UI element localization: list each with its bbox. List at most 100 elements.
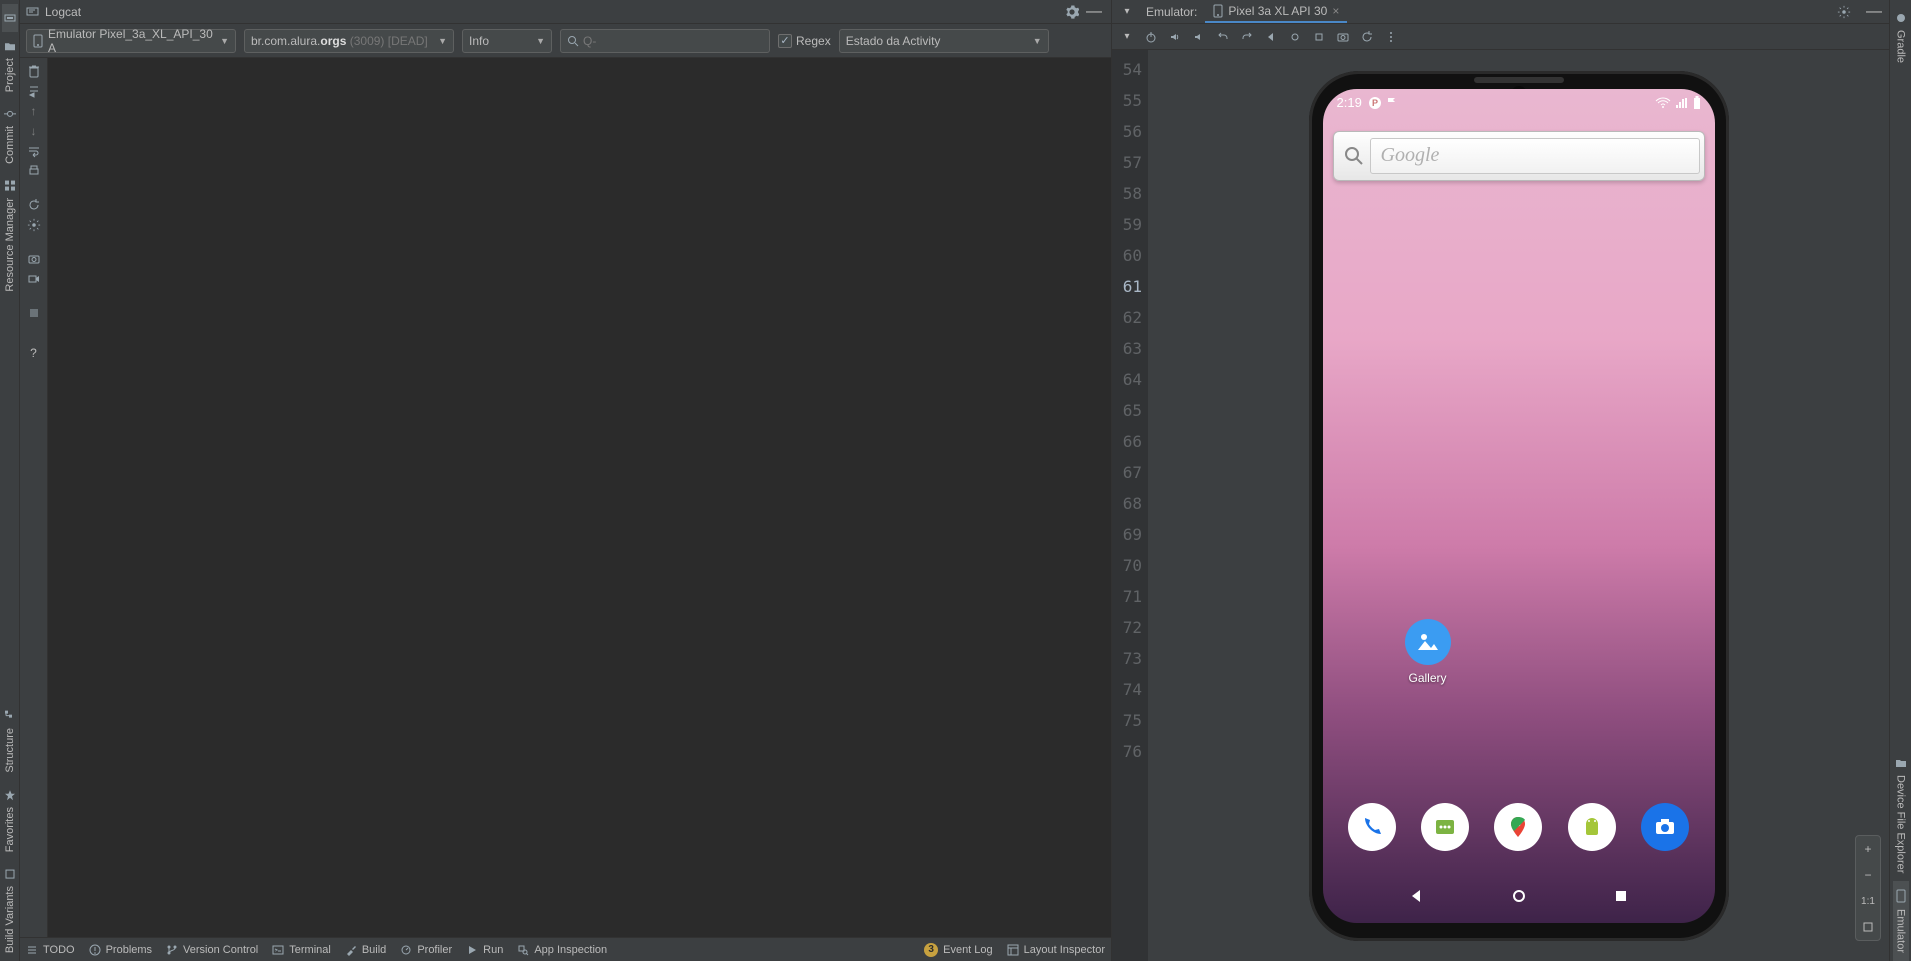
tab-device-file-explorer[interactable]: Device File Explorer (1893, 749, 1909, 881)
package-selector[interactable]: br.com.alura.orgs (3009) [DEAD] ▼ (244, 29, 454, 53)
logcat-icon (4, 12, 16, 24)
dock-maps[interactable] (1494, 803, 1542, 851)
tab-favorites[interactable]: Favorites (2, 781, 18, 860)
tab-version-control[interactable]: Version Control (166, 944, 258, 956)
device-selector[interactable]: Emulator Pixel_3a_XL_API_30 A ▼ (26, 29, 236, 53)
tab-todo[interactable]: TODO (26, 944, 75, 956)
layout-icon (1007, 944, 1019, 956)
logcat-icon (26, 5, 39, 18)
tab-project[interactable]: Project (2, 32, 18, 100)
gear-icon[interactable] (27, 218, 41, 232)
event-log-label: Event Log (943, 944, 993, 956)
tab-build-variants[interactable]: Build Variants (2, 860, 18, 961)
tab-layout-inspector[interactable]: Layout Inspector (1007, 944, 1105, 956)
up-arrow-icon[interactable]: ↑ (31, 104, 37, 118)
logcat-header: Logcat — (20, 0, 1111, 24)
google-search-widget[interactable]: Google (1333, 131, 1705, 181)
build-label: Build (362, 944, 386, 956)
phone-area: 2:19 P (1148, 50, 1889, 961)
logcat-output[interactable] (48, 58, 1111, 937)
overview-icon[interactable] (1308, 26, 1330, 48)
log-level-selector[interactable]: Info ▼ (462, 29, 552, 53)
log-search-input[interactable]: Q- (560, 29, 770, 53)
power-icon[interactable] (1140, 26, 1162, 48)
profiler-icon (400, 944, 412, 956)
phone-screen[interactable]: 2:19 P (1323, 89, 1715, 923)
rotate-right-icon[interactable] (1236, 26, 1258, 48)
nav-home[interactable] (1510, 887, 1528, 905)
back-icon[interactable] (1260, 26, 1282, 48)
nav-overview[interactable] (1612, 887, 1630, 905)
filter-selector[interactable]: Estado da Activity ▼ (839, 29, 1049, 53)
close-icon[interactable]: × (1332, 4, 1339, 18)
volume-up-icon[interactable] (1164, 26, 1186, 48)
gradle-icon (1895, 12, 1907, 24)
chevron-down-icon[interactable]: ▾ (1116, 26, 1138, 48)
more-icon[interactable] (1380, 26, 1402, 48)
tab-build[interactable]: Build (345, 944, 386, 956)
wifi-icon (1655, 97, 1671, 109)
rotate-left-icon[interactable] (1212, 26, 1234, 48)
filter-label: Estado da Activity (846, 34, 941, 48)
screenshot-icon[interactable] (27, 252, 41, 266)
print-icon[interactable] (27, 164, 41, 178)
nav-back[interactable] (1407, 887, 1425, 905)
regex-checkbox[interactable]: Regex (778, 34, 831, 48)
dfe-label: Device File Explorer (1895, 775, 1907, 873)
terminate-icon[interactable] (27, 306, 41, 320)
tab-structure[interactable]: Structure (2, 702, 18, 781)
terminal-label: Terminal (289, 944, 331, 956)
dock-camera[interactable] (1641, 803, 1689, 851)
tab-problems[interactable]: Problems (89, 944, 152, 956)
hammer-icon (345, 944, 357, 956)
minimize-icon[interactable]: — (1083, 1, 1105, 23)
trash-icon[interactable] (27, 64, 41, 78)
zoom-fit[interactable] (1862, 914, 1874, 940)
home-icon[interactable] (1284, 26, 1306, 48)
tab-terminal[interactable]: Terminal (272, 944, 331, 956)
minimize-icon[interactable]: — (1863, 1, 1885, 23)
chevron-down-icon[interactable]: ▾ (1116, 1, 1138, 23)
down-arrow-icon[interactable]: ↓ (31, 124, 37, 138)
resource-icon (4, 180, 16, 192)
app-gallery[interactable]: Gallery (1405, 619, 1451, 685)
tab-profiler[interactable]: Profiler (400, 944, 452, 956)
volume-down-icon[interactable] (1188, 26, 1210, 48)
checkbox-icon (778, 34, 792, 48)
tab-commit[interactable]: Commit (2, 100, 18, 172)
pkg-prefix: br.com.alura. (251, 34, 320, 48)
emulator-title: Emulator: (1146, 5, 1197, 19)
logcat-side-toolbar: ↑ ↓ ? (20, 58, 48, 937)
android-status-bar: 2:19 P (1323, 89, 1715, 117)
tab-run[interactable]: Run (466, 944, 503, 956)
tab-app-inspection[interactable]: App Inspection (517, 944, 607, 956)
record-icon[interactable] (27, 272, 41, 286)
restart-icon[interactable] (27, 198, 41, 212)
reload-icon[interactable] (1356, 26, 1378, 48)
screenshot-icon[interactable] (1332, 26, 1354, 48)
zoom-reset[interactable]: 1:1 (1861, 888, 1875, 914)
dock-messages[interactable] (1421, 803, 1469, 851)
status-time: 2:19 (1337, 95, 1362, 110)
help-icon[interactable]: ? (30, 346, 37, 360)
tab-gradle[interactable]: Gradle (1893, 4, 1909, 71)
structure-icon (4, 710, 16, 722)
dock-phone[interactable] (1348, 803, 1396, 851)
tab-emulator[interactable]: Emulator (1893, 881, 1909, 961)
gear-icon[interactable] (1061, 1, 1083, 23)
tab-logcat-indicator[interactable] (2, 4, 18, 32)
tab-structure-label: Structure (4, 728, 16, 773)
dock-android[interactable] (1568, 803, 1616, 851)
line-gutter: 5455565758596061626364656667686970717273… (1112, 50, 1148, 961)
gear-icon[interactable] (1833, 1, 1855, 23)
zoom-out[interactable]: − (1864, 862, 1871, 888)
zoom-in[interactable]: + (1864, 836, 1871, 862)
emulator-canvas: 5455565758596061626364656667686970717273… (1112, 50, 1889, 961)
tab-resource-manager[interactable]: Resource Manager (2, 172, 18, 300)
emulator-tab[interactable]: Pixel 3a XL API 30 × (1205, 1, 1347, 23)
tab-event-log[interactable]: 3 Event Log (924, 943, 993, 957)
gradle-label: Gradle (1895, 30, 1907, 63)
chevron-down-icon: ▼ (220, 36, 229, 46)
soft-wrap-icon[interactable] (27, 144, 41, 158)
scroll-to-end-icon[interactable] (27, 84, 41, 98)
